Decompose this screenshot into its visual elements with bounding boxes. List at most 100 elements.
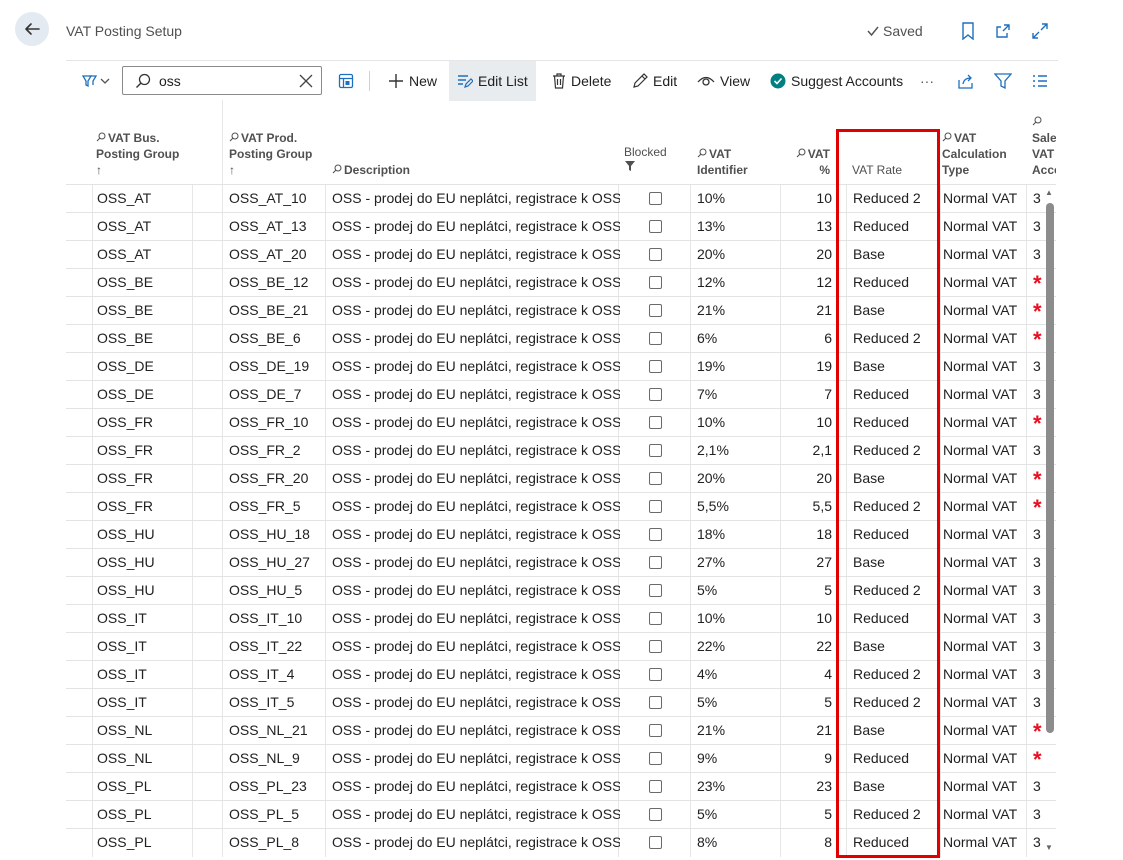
cell-calc[interactable]: Normal VAT bbox=[943, 717, 1031, 745]
cell-bus[interactable]: OSS_AT bbox=[97, 185, 219, 213]
cell-rate[interactable]: Reduced bbox=[853, 605, 933, 633]
cell-calc[interactable]: Normal VAT bbox=[943, 325, 1031, 353]
header-vat-rate[interactable]: VAT Rate bbox=[852, 162, 902, 178]
cell-prod[interactable]: OSS_IT_4 bbox=[229, 661, 327, 689]
cell-prod[interactable]: OSS_HU_5 bbox=[229, 577, 327, 605]
edit-list-button[interactable]: Edit List bbox=[449, 61, 536, 101]
cell-pct[interactable]: 9 bbox=[780, 745, 832, 773]
blocked-checkbox[interactable] bbox=[649, 276, 662, 289]
cell-desc[interactable]: OSS - prodej do EU neplátci, registrace … bbox=[332, 409, 620, 437]
cell-rate[interactable]: Reduced bbox=[853, 829, 933, 857]
cell-ident[interactable]: 10% bbox=[697, 185, 777, 213]
cell-desc[interactable]: OSS - prodej do EU neplátci, registrace … bbox=[332, 829, 620, 857]
cell-rate[interactable]: Reduced bbox=[853, 745, 933, 773]
cell-rate[interactable]: Reduced 2 bbox=[853, 577, 933, 605]
cell-bus[interactable]: OSS_PL bbox=[97, 773, 219, 801]
table-row[interactable]: OSS_HU OSS_HU_27 OSS - prodej do EU neplát… bbox=[66, 548, 1056, 577]
cell-prod[interactable]: OSS_NL_9 bbox=[229, 745, 327, 773]
cell-bus[interactable]: OSS_PL bbox=[97, 801, 219, 829]
cell-prod[interactable]: OSS_IT_5 bbox=[229, 689, 327, 717]
cell-rate[interactable]: Reduced bbox=[853, 409, 933, 437]
blocked-checkbox[interactable] bbox=[649, 556, 662, 569]
cell-ident[interactable]: 9% bbox=[697, 745, 777, 773]
cell-rate[interactable]: Reduced 2 bbox=[853, 185, 933, 213]
cell-desc[interactable]: OSS - prodej do EU neplátci, registrace … bbox=[332, 269, 620, 297]
cell-prod[interactable]: OSS_IT_22 bbox=[229, 633, 327, 661]
cell-bus[interactable]: OSS_DE bbox=[97, 353, 219, 381]
cell-prod[interactable]: OSS_AT_10 bbox=[229, 185, 327, 213]
cell-bus[interactable]: OSS_NL bbox=[97, 745, 219, 773]
blocked-checkbox[interactable] bbox=[649, 808, 662, 821]
cell-bus[interactable]: OSS_AT bbox=[97, 213, 219, 241]
cell-prod[interactable]: OSS_DE_19 bbox=[229, 353, 327, 381]
table-row[interactable]: OSS_IT OSS_IT_4 OSS - prodej do EU neplátc… bbox=[66, 660, 1056, 689]
blocked-checkbox[interactable] bbox=[649, 668, 662, 681]
cell-calc[interactable]: Normal VAT bbox=[943, 381, 1031, 409]
filter-pane-button[interactable] bbox=[72, 61, 118, 101]
cell-calc[interactable]: Normal VAT bbox=[943, 353, 1031, 381]
vertical-scrollbar[interactable]: ▲ ▼ bbox=[1044, 188, 1056, 852]
cell-rate[interactable]: Reduced bbox=[853, 381, 933, 409]
cell-desc[interactable]: OSS - prodej do EU neplátci, registrace … bbox=[332, 549, 620, 577]
table-row[interactable]: OSS_BE OSS_BE_21 OSS - prodej do EU neplát… bbox=[66, 296, 1056, 325]
cell-rate[interactable]: Reduced 2 bbox=[853, 493, 933, 521]
cell-ident[interactable]: 13% bbox=[697, 213, 777, 241]
list-view-button[interactable] bbox=[1024, 61, 1056, 101]
blocked-checkbox[interactable] bbox=[649, 304, 662, 317]
cell-desc[interactable]: OSS - prodej do EU neplátci, registrace … bbox=[332, 213, 620, 241]
table-row[interactable]: OSS_IT OSS_IT_22 OSS - prodej do EU neplát… bbox=[66, 632, 1056, 661]
cell-pct[interactable]: 5,5 bbox=[780, 493, 832, 521]
cell-ident[interactable]: 2,1% bbox=[697, 437, 777, 465]
cell-calc[interactable]: Normal VAT bbox=[943, 829, 1031, 857]
header-vat-identifier[interactable]: VAT Identifier bbox=[697, 146, 748, 178]
cell-pct[interactable]: 8 bbox=[780, 829, 832, 857]
table-row[interactable]: OSS_IT OSS_IT_10 OSS - prodej do EU neplát… bbox=[66, 604, 1056, 633]
blocked-checkbox[interactable] bbox=[649, 220, 662, 233]
cell-prod[interactable]: OSS_FR_20 bbox=[229, 465, 327, 493]
cell-prod[interactable]: OSS_FR_10 bbox=[229, 409, 327, 437]
cell-rate[interactable]: Base bbox=[853, 297, 933, 325]
cell-ident[interactable]: 23% bbox=[697, 773, 777, 801]
cell-bus[interactable]: OSS_FR bbox=[97, 493, 219, 521]
cell-calc[interactable]: Normal VAT bbox=[943, 409, 1031, 437]
cell-ident[interactable]: 6% bbox=[697, 325, 777, 353]
cell-prod[interactable]: OSS_DE_7 bbox=[229, 381, 327, 409]
cell-prod[interactable]: OSS_FR_2 bbox=[229, 437, 327, 465]
bookmark-button[interactable] bbox=[959, 22, 977, 40]
cell-calc[interactable]: Normal VAT bbox=[943, 773, 1031, 801]
cell-rate[interactable]: Base bbox=[853, 353, 933, 381]
cell-pct[interactable]: 21 bbox=[780, 717, 832, 745]
cell-prod[interactable]: OSS_HU_27 bbox=[229, 549, 327, 577]
cell-desc[interactable]: OSS - prodej do EU neplátci, registrace … bbox=[332, 185, 620, 213]
cell-calc[interactable]: Normal VAT bbox=[943, 465, 1031, 493]
cell-desc[interactable]: OSS - prodej do EU neplátci, registrace … bbox=[332, 773, 620, 801]
cell-bus[interactable]: OSS_BE bbox=[97, 269, 219, 297]
header-vat-calculation-type[interactable]: VAT Calculation Type bbox=[942, 130, 1007, 178]
cell-pct[interactable]: 18 bbox=[780, 521, 832, 549]
table-row[interactable]: OSS_BE OSS_BE_12 OSS - prodej do EU neplát… bbox=[66, 268, 1056, 297]
cell-calc[interactable]: Normal VAT bbox=[943, 605, 1031, 633]
cell-ident[interactable]: 19% bbox=[697, 353, 777, 381]
new-button[interactable]: New bbox=[380, 61, 445, 101]
cell-calc[interactable]: Normal VAT bbox=[943, 549, 1031, 577]
table-row[interactable]: OSS_PL OSS_PL_23 OSS - prodej do EU neplát… bbox=[66, 772, 1056, 801]
blocked-checkbox[interactable] bbox=[649, 696, 662, 709]
cell-desc[interactable]: OSS - prodej do EU neplátci, registrace … bbox=[332, 241, 620, 269]
table-row[interactable]: OSS_FR OSS_FR_10 OSS - prodej do EU neplát… bbox=[66, 408, 1056, 437]
cell-calc[interactable]: Normal VAT bbox=[943, 185, 1031, 213]
cell-desc[interactable]: OSS - prodej do EU neplátci, registrace … bbox=[332, 325, 620, 353]
search-box[interactable] bbox=[122, 66, 322, 95]
search-input[interactable] bbox=[159, 71, 289, 91]
cell-prod[interactable]: OSS_PL_23 bbox=[229, 773, 327, 801]
cell-pct[interactable]: 27 bbox=[780, 549, 832, 577]
header-vat-percent[interactable]: VAT % bbox=[786, 146, 830, 178]
cell-ident[interactable]: 5% bbox=[697, 801, 777, 829]
cell-pct[interactable]: 10 bbox=[780, 185, 832, 213]
blocked-checkbox[interactable] bbox=[649, 584, 662, 597]
back-button[interactable] bbox=[15, 12, 49, 46]
cell-pct[interactable]: 5 bbox=[780, 689, 832, 717]
table-row[interactable]: OSS_PL OSS_PL_8 OSS - prodej do EU neplátc… bbox=[66, 828, 1056, 857]
cell-calc[interactable]: Normal VAT bbox=[943, 745, 1031, 773]
cell-bus[interactable]: OSS_IT bbox=[97, 633, 219, 661]
cell-rate[interactable]: Reduced 2 bbox=[853, 325, 933, 353]
